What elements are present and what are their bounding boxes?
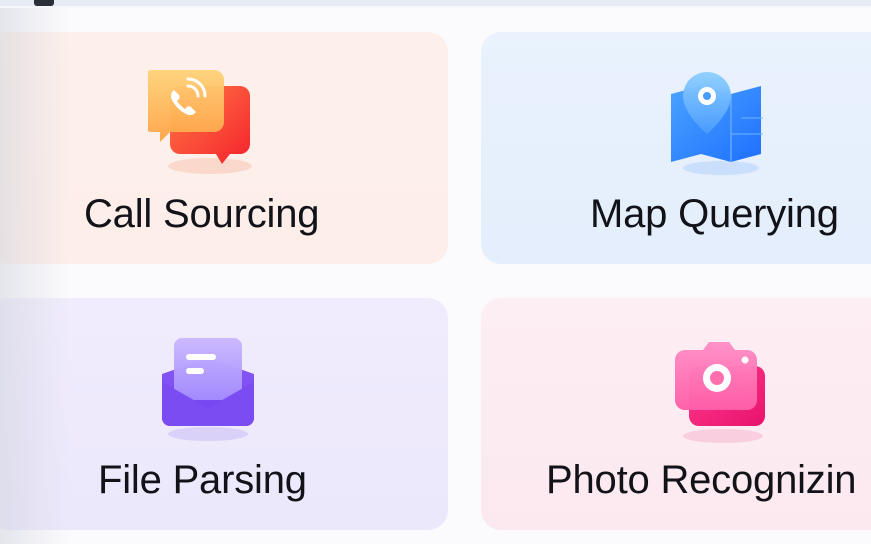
- envelope-document-icon: [150, 334, 270, 444]
- call-sourcing-card[interactable]: Call Sourcing: [0, 32, 448, 264]
- photo-recognizing-card[interactable]: Photo Recognizin: [481, 298, 871, 530]
- map-pin-icon: [661, 68, 781, 178]
- phone-chat-icon: [148, 66, 268, 176]
- top-strip-indicator: [34, 0, 54, 6]
- photo-recognizing-label: Photo Recognizin: [546, 458, 857, 502]
- map-querying-card[interactable]: Map Querying: [481, 32, 871, 264]
- file-parsing-label: File Parsing: [98, 458, 307, 502]
- map-querying-label: Map Querying: [590, 192, 839, 236]
- feature-grid-screen: Call Sourcing Map Querying File Parsing …: [0, 0, 871, 544]
- top-strip: [0, 0, 871, 6]
- call-sourcing-label: Call Sourcing: [84, 192, 320, 236]
- file-parsing-card[interactable]: File Parsing: [0, 298, 448, 530]
- camera-icon: [661, 336, 781, 446]
